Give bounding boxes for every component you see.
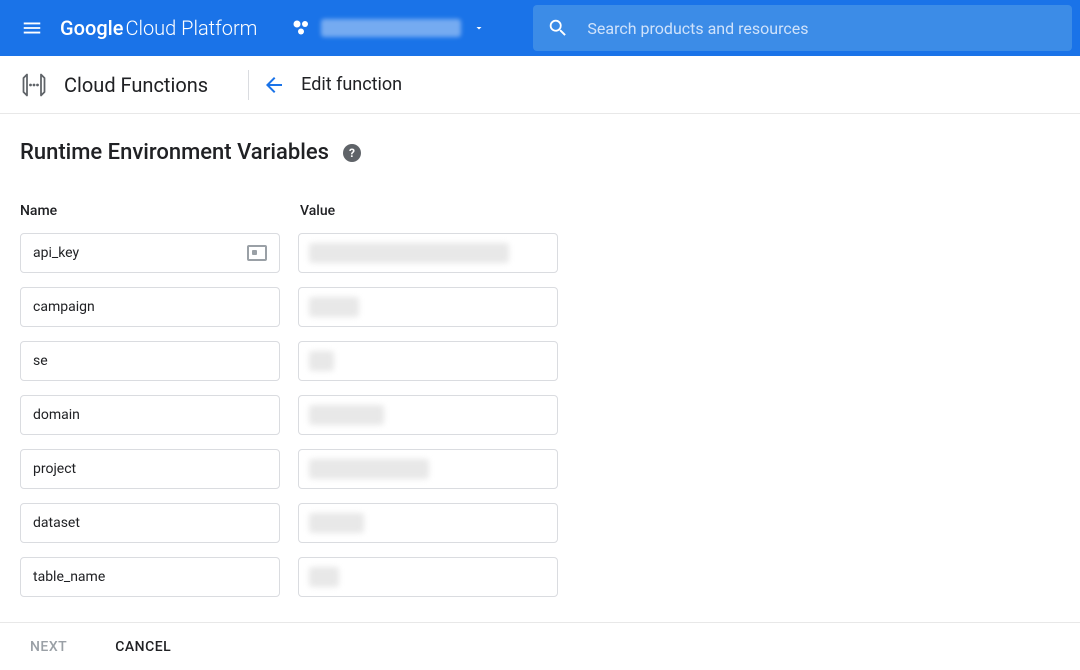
project-name-redacted xyxy=(321,19,461,37)
nav-menu-button[interactable] xyxy=(8,4,56,52)
search-icon xyxy=(547,17,569,39)
redacted-value xyxy=(309,459,429,479)
env-var-value-field[interactable] xyxy=(298,395,558,435)
env-vars-table: Name Value xyxy=(20,203,1060,597)
table-row xyxy=(20,287,1060,327)
env-var-value-field[interactable] xyxy=(298,287,558,327)
env-var-name-field[interactable] xyxy=(20,395,280,435)
column-header-value: Value xyxy=(300,203,560,227)
env-var-name-field[interactable] xyxy=(20,341,280,381)
table-row xyxy=(20,233,1060,273)
logo-text-strong: Google xyxy=(60,16,123,40)
env-var-name-input[interactable] xyxy=(33,245,247,261)
logo-text-rest: Cloud Platform xyxy=(125,16,257,40)
table-row xyxy=(20,503,1060,543)
env-var-name-field[interactable] xyxy=(20,287,280,327)
credential-card-icon xyxy=(247,245,267,261)
content-area: Runtime Environment Variables ? Name Val… xyxy=(0,114,1080,597)
help-icon[interactable]: ? xyxy=(343,144,361,162)
env-var-value-field[interactable] xyxy=(298,341,558,381)
next-button[interactable]: NEXT xyxy=(20,631,77,663)
redacted-value xyxy=(309,351,334,371)
product-logo[interactable]: Google Cloud Platform xyxy=(60,16,257,40)
service-title: Cloud Functions xyxy=(64,73,248,97)
env-var-value-field[interactable] xyxy=(298,503,558,543)
page-title: Edit function xyxy=(301,74,402,95)
table-row xyxy=(20,395,1060,435)
env-var-value-field[interactable] xyxy=(298,557,558,597)
redacted-value xyxy=(309,297,359,317)
table-header: Name Value xyxy=(20,203,1060,227)
env-var-name-field[interactable] xyxy=(20,557,280,597)
redacted-value xyxy=(309,513,364,533)
cloud-functions-icon xyxy=(10,61,58,109)
env-var-value-field[interactable] xyxy=(298,449,558,489)
redacted-value xyxy=(309,243,509,263)
column-header-name: Name xyxy=(20,203,300,227)
app-header: Google Cloud Platform xyxy=(0,0,1080,56)
env-var-name-input[interactable] xyxy=(33,299,267,315)
env-var-name-field[interactable] xyxy=(20,233,280,273)
env-var-name-field[interactable] xyxy=(20,449,280,489)
footer-actions: NEXT CANCEL xyxy=(0,622,1080,670)
hamburger-icon xyxy=(21,17,43,39)
project-icon xyxy=(291,18,311,38)
page-subheader: Cloud Functions Edit function xyxy=(0,56,1080,114)
search-box[interactable] xyxy=(533,5,1072,51)
env-var-name-input[interactable] xyxy=(33,569,267,585)
env-var-name-input[interactable] xyxy=(33,515,267,531)
redacted-value xyxy=(309,405,384,425)
redacted-value xyxy=(309,567,339,587)
table-row xyxy=(20,449,1060,489)
env-var-name-input[interactable] xyxy=(33,353,267,369)
env-var-name-field[interactable] xyxy=(20,503,280,543)
arrow-back-icon xyxy=(262,73,286,97)
chevron-down-icon xyxy=(473,22,485,34)
table-rows xyxy=(20,233,1060,597)
cancel-button[interactable]: CANCEL xyxy=(105,631,181,663)
table-row xyxy=(20,341,1060,381)
project-picker[interactable] xyxy=(281,11,493,45)
back-button[interactable] xyxy=(249,73,299,97)
section-title: Runtime Environment Variables xyxy=(20,140,329,165)
env-var-name-input[interactable] xyxy=(33,407,267,423)
env-var-name-input[interactable] xyxy=(33,461,267,477)
section-header: Runtime Environment Variables ? xyxy=(20,140,1060,165)
env-var-value-field[interactable] xyxy=(298,233,558,273)
table-row xyxy=(20,557,1060,597)
search-input[interactable] xyxy=(587,19,1058,38)
